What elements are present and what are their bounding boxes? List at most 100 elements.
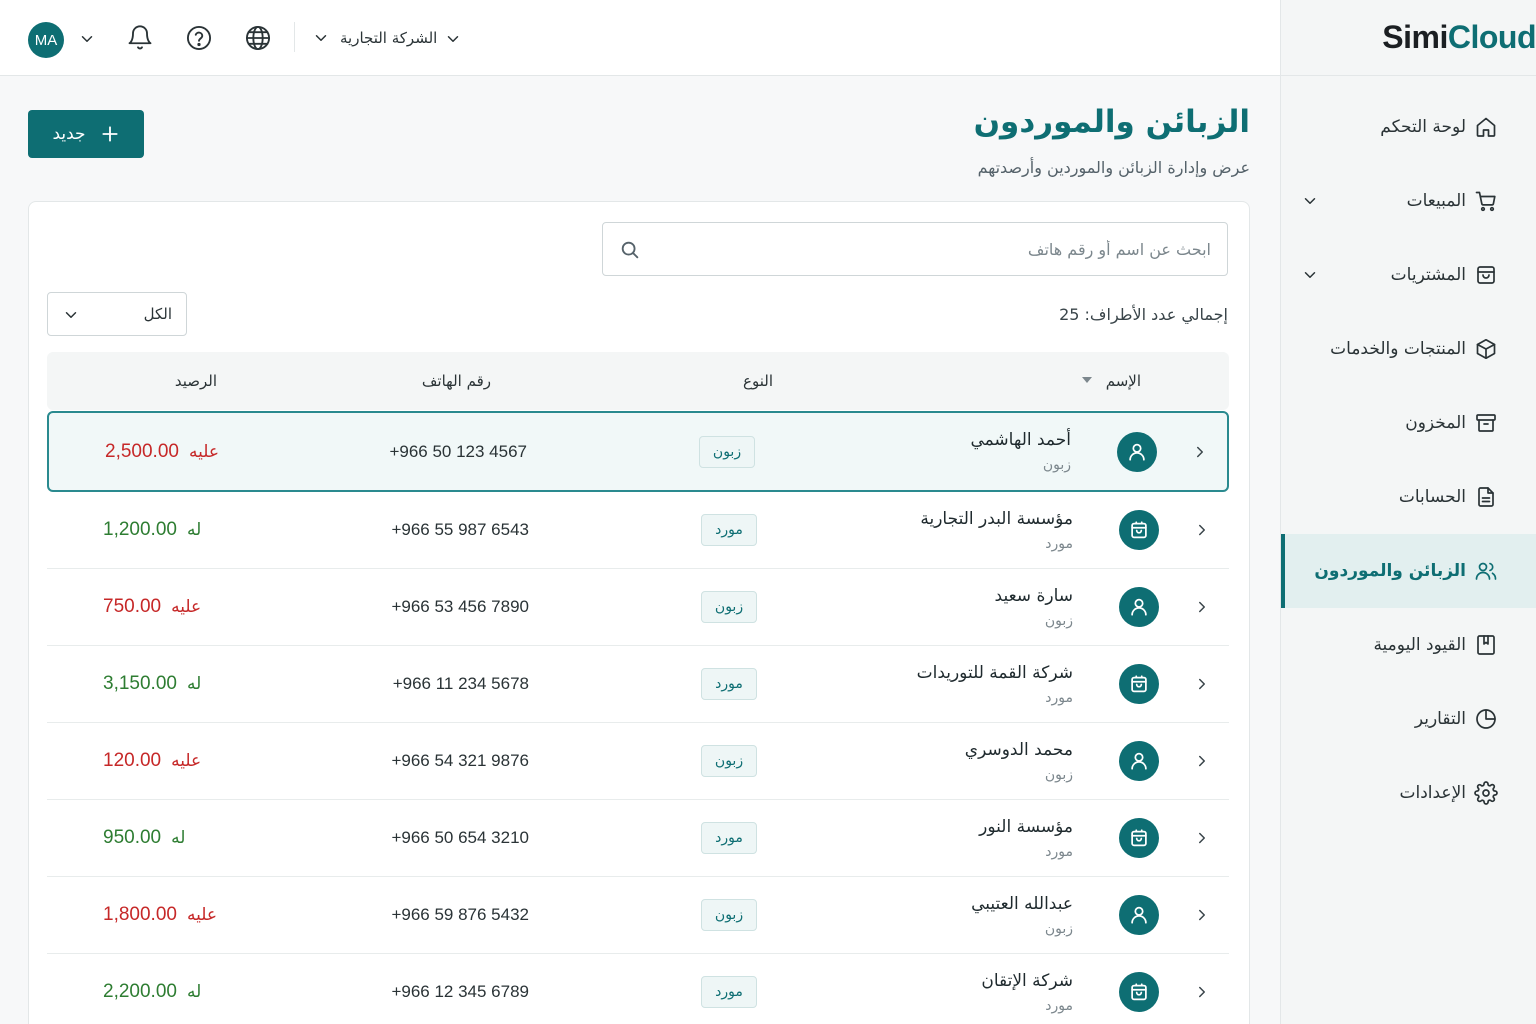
company-name: الشركة التجارية xyxy=(340,29,438,47)
column-header-phone: رقم الهاتف xyxy=(421,372,491,390)
party-name[interactable]: محمد الدوسري xyxy=(965,740,1073,760)
supplier-icon xyxy=(1119,510,1159,550)
chevron-right-icon[interactable] xyxy=(1193,906,1211,924)
app-logo[interactable]: SimiCloud xyxy=(1281,0,1536,76)
chevron-right-icon[interactable] xyxy=(1193,983,1211,1001)
phone-number: +966 50 123 4567 xyxy=(389,441,527,461)
sidebar-item-shopping-bag[interactable]: المشتريات xyxy=(1281,238,1536,312)
sidebar-item-users[interactable]: الزبائن والموردون xyxy=(1281,534,1536,608)
plus-icon xyxy=(100,124,120,144)
box-icon xyxy=(1474,337,1498,361)
chevron-down-icon[interactable] xyxy=(78,30,96,48)
table-row[interactable]: سارة سعيد زبون زبون +966 53 456 7890 عليه 750… xyxy=(47,569,1229,646)
party-kind: مورد xyxy=(1045,844,1073,860)
sort-desc-icon[interactable] xyxy=(1081,374,1093,386)
cart-icon xyxy=(1474,189,1498,213)
phone-number: +966 55 987 6543 xyxy=(391,520,529,539)
top-bar: الشركة التجارية MA xyxy=(0,0,1280,76)
balance-amount: 950.00 xyxy=(103,827,162,848)
search-icon[interactable] xyxy=(619,239,641,261)
gear-icon xyxy=(1474,781,1498,805)
help-icon[interactable] xyxy=(185,24,213,52)
chevron-right-icon[interactable] xyxy=(1193,675,1211,693)
new-button-label: جديد xyxy=(52,124,86,144)
user-avatar[interactable]: MA xyxy=(28,22,64,58)
home-icon xyxy=(1474,115,1498,139)
chevron-right-icon[interactable] xyxy=(1193,521,1211,539)
chevron-down-icon[interactable] xyxy=(1301,266,1319,284)
phone-number: +966 12 345 6789 xyxy=(391,982,529,1001)
globe-icon[interactable] xyxy=(244,24,272,52)
new-button[interactable]: جديد xyxy=(28,110,144,158)
party-name[interactable]: مؤسسة البدر التجارية xyxy=(920,509,1073,529)
table-row[interactable]: أحمد الهاشمي زبون زبون +966 50 123 4567 عليه… xyxy=(47,411,1229,492)
table-body: أحمد الهاشمي زبون زبون +966 50 123 4567 عليه… xyxy=(47,411,1229,1024)
sidebar-item-home[interactable]: لوحة التحكم xyxy=(1281,90,1536,164)
bell-icon[interactable] xyxy=(126,24,154,52)
chevron-right-icon[interactable] xyxy=(1193,752,1211,770)
sidebar-item-gear[interactable]: الإعدادات xyxy=(1281,756,1536,830)
pie-chart-icon xyxy=(1474,707,1498,731)
sidebar-item-journal[interactable]: القيود اليومية xyxy=(1281,608,1536,682)
balance-cell: له 1,200.00 xyxy=(103,519,201,541)
balance-cell: له 950.00 xyxy=(103,827,185,849)
party-name[interactable]: سارة سعيد xyxy=(995,586,1073,606)
table-row[interactable]: عبدالله العتيبي زبون زبون +966 59 876 5432 ع… xyxy=(47,877,1229,954)
search-box[interactable] xyxy=(602,222,1228,276)
balance-cell: له 2,200.00 xyxy=(103,981,201,1003)
type-badge: مورد xyxy=(701,668,757,700)
party-kind: زبون xyxy=(1044,767,1073,783)
sidebar-item-label: الحسابات xyxy=(1398,487,1466,507)
sidebar-item-pie-chart[interactable]: التقارير xyxy=(1281,682,1536,756)
party-name[interactable]: شركة القمة للتوريدات xyxy=(917,663,1073,683)
party-name[interactable]: مؤسسة النور xyxy=(979,817,1073,837)
phone-number: +966 11 234 5678 xyxy=(392,674,529,693)
sidebar-item-label: القيود اليومية xyxy=(1373,635,1466,655)
company-switcher[interactable]: الشركة التجارية xyxy=(312,24,437,52)
type-filter-select[interactable]: الكل xyxy=(47,292,187,336)
supplier-icon xyxy=(1119,818,1159,858)
page-subtitle: عرض وإدارة الزبائن والموردين وأرصدتهم xyxy=(977,158,1250,177)
document-icon xyxy=(1474,485,1498,509)
balance-amount: 2,500.00 xyxy=(105,440,179,462)
sidebar-item-label: المنتجات والخدمات xyxy=(1330,339,1466,359)
chevron-right-icon[interactable] xyxy=(1193,829,1211,847)
sidebar-item-label: المخزون xyxy=(1405,413,1466,433)
table-row[interactable]: شركة القمة للتوريدات مورد مورد +966 11 234 … xyxy=(47,646,1229,723)
sidebar: SimiCloud لوحة التحكم المبيعات المشتريات ال… xyxy=(1280,0,1536,1024)
sidebar-item-document[interactable]: الحسابات xyxy=(1281,460,1536,534)
chevron-right-icon[interactable] xyxy=(1191,443,1209,461)
party-name[interactable]: شركة الإتقان xyxy=(981,971,1073,991)
page-title: الزبائن والموردون xyxy=(973,104,1250,140)
party-name[interactable]: عبدالله العتيبي xyxy=(971,894,1073,914)
party-kind: زبون xyxy=(1044,613,1073,629)
table-row[interactable]: محمد الدوسري زبون زبون +966 54 321 9876 عليه… xyxy=(47,723,1229,800)
total-count: إجمالي عدد الأطراف: 25 xyxy=(1059,305,1228,324)
search-input[interactable] xyxy=(651,223,1211,275)
sidebar-item-label: التقارير xyxy=(1414,709,1466,729)
phone-number: +966 50 654 3210 xyxy=(391,828,529,847)
logo-wordmark: SimiCloud xyxy=(1382,19,1536,55)
party-kind: مورد xyxy=(1045,998,1073,1014)
chevron-right-icon[interactable] xyxy=(1193,598,1211,616)
balance-cell: عليه 750.00 xyxy=(103,596,201,618)
table-row[interactable]: مؤسسة البدر التجارية مورد مورد +966 55 987 … xyxy=(47,492,1229,569)
sidebar-item-archive[interactable]: المخزون xyxy=(1281,386,1536,460)
party-kind: زبون xyxy=(1044,921,1073,937)
balance-direction-label: عليه xyxy=(188,441,219,462)
party-name[interactable]: أحمد الهاشمي xyxy=(970,430,1071,450)
table-row[interactable]: شركة الإتقان مورد مورد +966 12 345 6789 له 2,… xyxy=(47,954,1229,1024)
table-row[interactable]: مؤسسة النور مورد مورد +966 50 654 3210 له 950… xyxy=(47,800,1229,877)
column-header-name[interactable]: الإسم xyxy=(1106,372,1141,390)
balance-direction-label: له xyxy=(186,520,202,540)
sidebar-item-cart[interactable]: المبيعات xyxy=(1281,164,1536,238)
column-header-balance: الرصيد xyxy=(174,372,217,390)
shopping-bag-icon xyxy=(1474,263,1498,287)
balance-cell: له 3,150.00 xyxy=(103,673,201,695)
topbar-divider xyxy=(294,22,295,52)
balance-amount: 1,200.00 xyxy=(103,519,177,540)
balance-direction-label: عليه xyxy=(171,751,202,771)
chevron-down-icon[interactable] xyxy=(444,30,462,48)
chevron-down-icon[interactable] xyxy=(1301,192,1319,210)
sidebar-item-box[interactable]: المنتجات والخدمات xyxy=(1281,312,1536,386)
